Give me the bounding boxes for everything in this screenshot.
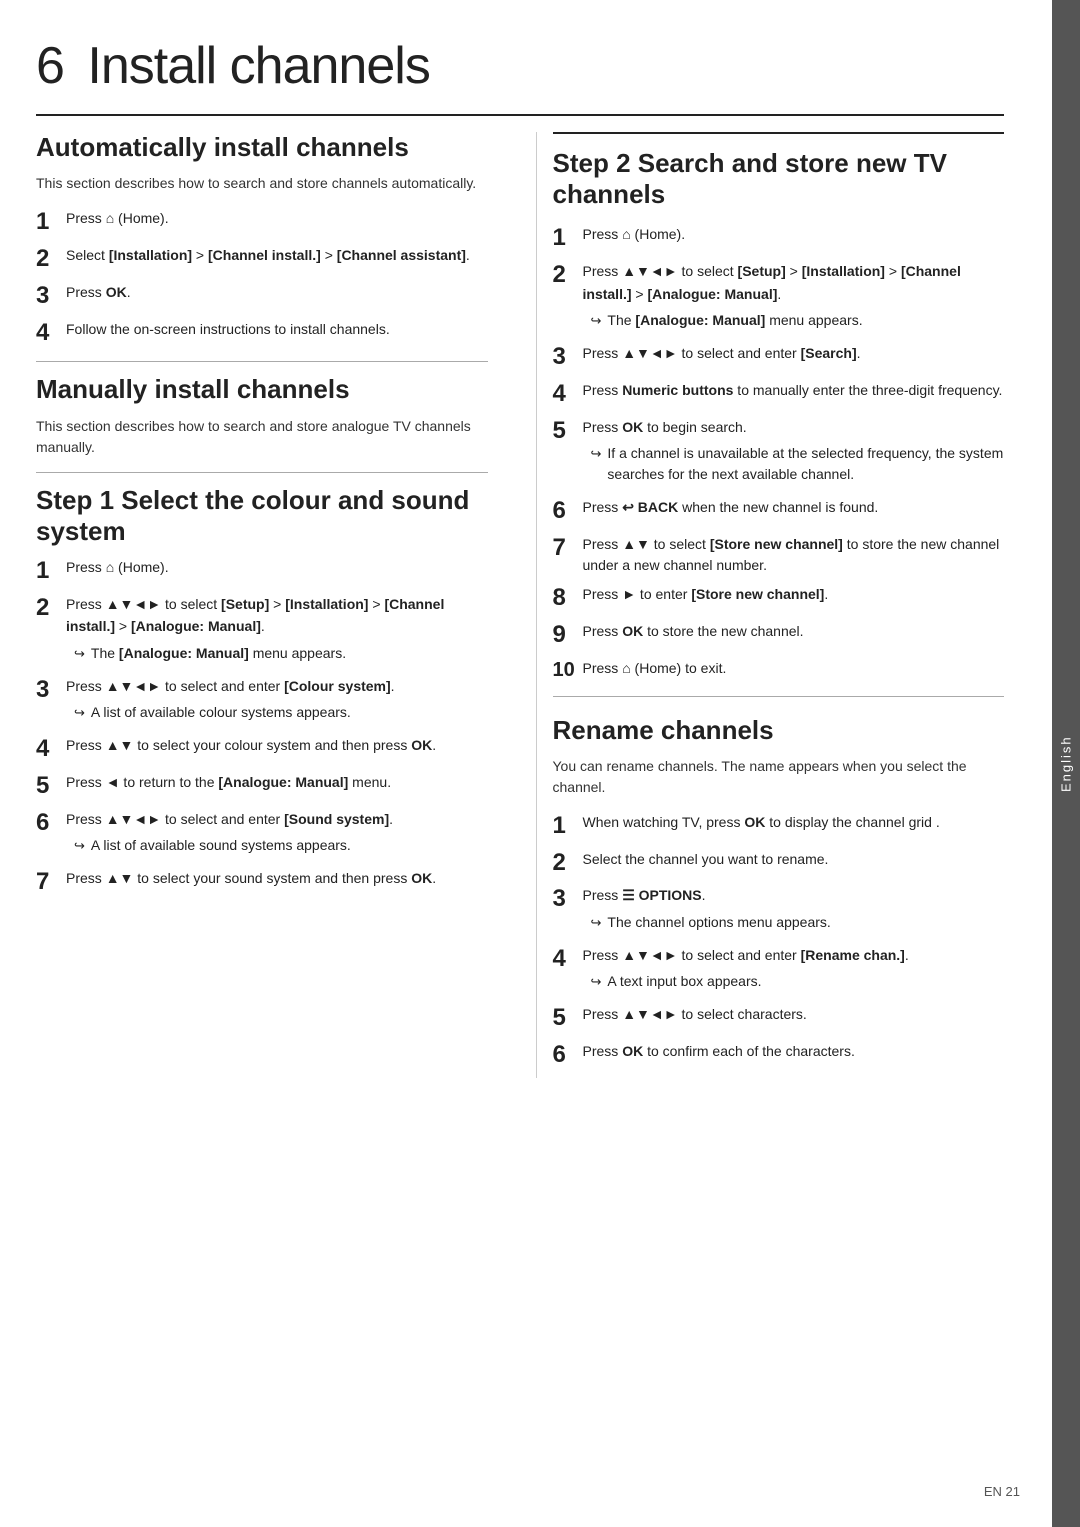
main-content: 6 Install channels Automatically install… xyxy=(0,0,1080,1527)
auto-steps: 1 Press (Home). 2 Select [Installation] … xyxy=(36,208,488,347)
step2-title-block: Step 2 Search and store new TV channels xyxy=(553,132,1005,210)
home-icon-1 xyxy=(106,210,114,226)
step2-title: Step 2 Search and store new TV channels xyxy=(553,148,1005,210)
step2-3: 3 Press ▲▼◄► to select and enter [Search… xyxy=(553,343,1005,372)
sidebar-label: English xyxy=(1059,735,1074,792)
step2-5-note: ↪ If a channel is unavailable at the sel… xyxy=(583,443,1005,485)
sidebar-tab: English xyxy=(1052,0,1080,1527)
rename-title: Rename channels xyxy=(553,715,1005,746)
step2-10: 10 Press (Home) to exit. xyxy=(553,658,1005,682)
rename-step-5: 5 Press ▲▼◄► to select characters. xyxy=(553,1004,1005,1033)
step2-steps: 1 Press (Home). 2 Press ▲▼◄► to select [… xyxy=(553,224,1005,681)
auto-step-4: 4 Follow the on-screen instructions to i… xyxy=(36,319,488,348)
divider-1 xyxy=(36,361,488,362)
chapter-title: Install channels xyxy=(87,37,429,95)
rename-step-2: 2 Select the channel you want to rename. xyxy=(553,849,1005,878)
rename-section: Rename channels You can rename channels.… xyxy=(553,715,1005,1070)
two-col-layout: Automatically install channels This sect… xyxy=(36,132,1004,1078)
rename-divider xyxy=(553,696,1005,697)
col-left: Automatically install channels This sect… xyxy=(36,132,504,1078)
step1-2: 2 Press ▲▼◄► to select [Setup] > [Instal… xyxy=(36,594,488,668)
step2-2-note: ↪ The [Analogue: Manual] menu appears. xyxy=(583,310,1005,331)
manual-section-desc: This section describes how to search and… xyxy=(36,416,488,458)
step2-2: 2 Press ▲▼◄► to select [Setup] > [Instal… xyxy=(553,261,1005,335)
rename-desc: You can rename channels. The name appear… xyxy=(553,756,1005,798)
step1-4: 4 Press ▲▼ to select your colour system … xyxy=(36,735,488,764)
step1-6: 6 Press ▲▼◄► to select and enter [Sound … xyxy=(36,809,488,861)
step1-6-note: ↪ A list of available sound systems appe… xyxy=(66,835,488,856)
auto-section-desc: This section describes how to search and… xyxy=(36,173,488,194)
rename-step-4: 4 Press ▲▼◄► to select and enter [Rename… xyxy=(553,945,1005,997)
divider-2 xyxy=(36,472,488,473)
step1-title: Step 1 Select the colour and sound syste… xyxy=(36,485,488,547)
col-right: Step 2 Search and store new TV channels … xyxy=(536,132,1005,1078)
auto-step-2: 2 Select [Installation] > [Channel insta… xyxy=(36,245,488,274)
rename-step-3-note: ↪ The channel options menu appears. xyxy=(583,912,1005,933)
auto-section-title: Automatically install channels xyxy=(36,132,488,163)
step2-5: 5 Press OK to begin search. ↪ If a chann… xyxy=(553,417,1005,490)
page-title: 6 Install channels xyxy=(36,36,1004,96)
rename-steps: 1 When watching TV, press OK to display … xyxy=(553,812,1005,1070)
footer-text: EN 21 xyxy=(984,1484,1020,1499)
step1-7: 7 Press ▲▼ to select your sound system a… xyxy=(36,868,488,897)
step2-1: 1 Press (Home). xyxy=(553,224,1005,253)
home-icon-2 xyxy=(106,559,114,575)
chapter-num: 6 xyxy=(36,37,64,95)
step1-3: 3 Press ▲▼◄► to select and enter [Colour… xyxy=(36,676,488,728)
page-container: English 6 Install channels Automatically… xyxy=(0,0,1080,1527)
home-icon-4 xyxy=(622,660,630,676)
rename-step-3: 3 Press ☰ OPTIONS. ↪ The channel options… xyxy=(553,885,1005,937)
step1-3-note: ↪ A list of available colour systems app… xyxy=(66,702,488,723)
home-icon-3 xyxy=(622,226,630,242)
step2-8: 8 Press ► to enter [Store new channel]. xyxy=(553,584,1005,613)
auto-step-1: 1 Press (Home). xyxy=(36,208,488,237)
step2-4: 4 Press Numeric buttons to manually ente… xyxy=(553,380,1005,409)
step2-7: 7 Press ▲▼ to select [Store new channel]… xyxy=(553,534,1005,576)
auto-step-3: 3 Press OK. xyxy=(36,282,488,311)
step1-1: 1 Press (Home). xyxy=(36,557,488,586)
step1-2-note: ↪ The [Analogue: Manual] menu appears. xyxy=(66,643,488,664)
step2-6: 6 Press ↩ BACK when the new channel is f… xyxy=(553,497,1005,526)
step2-9: 9 Press OK to store the new channel. xyxy=(553,621,1005,650)
step1-5: 5 Press ◄ to return to the [Analogue: Ma… xyxy=(36,772,488,801)
title-divider xyxy=(36,114,1004,116)
rename-step-4-note: ↪ A text input box appears. xyxy=(583,971,1005,992)
step1-steps: 1 Press (Home). 2 Press ▲▼◄► to select [… xyxy=(36,557,488,897)
page-footer: EN 21 xyxy=(984,1484,1020,1499)
rename-step-6: 6 Press OK to confirm each of the charac… xyxy=(553,1041,1005,1070)
rename-step-1: 1 When watching TV, press OK to display … xyxy=(553,812,1005,841)
manual-section-title: Manually install channels xyxy=(36,374,488,405)
